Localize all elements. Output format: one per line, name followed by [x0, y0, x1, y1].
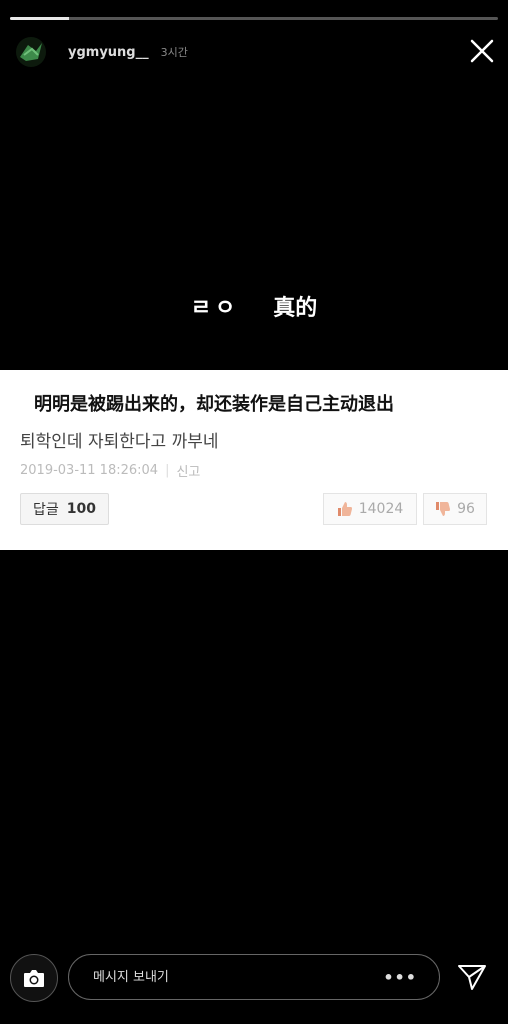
upvote-count: 14024: [358, 501, 404, 517]
reply-button[interactable]: 답글 100: [20, 493, 109, 525]
more-options-icon[interactable]: •••: [383, 968, 417, 987]
story-text-overlay: ㄹㅇ 真的: [0, 290, 508, 322]
message-input[interactable]: [91, 968, 375, 986]
upvote-button[interactable]: 14024: [323, 493, 417, 525]
story-text-chinese: 真的: [273, 296, 318, 321]
downvote-button[interactable]: 96: [423, 493, 487, 525]
camera-icon: [24, 970, 44, 987]
story-progress-fill: [10, 17, 69, 20]
reply-bar: •••: [0, 948, 508, 1008]
downvote-count: 96: [457, 501, 475, 517]
send-button[interactable]: [456, 960, 488, 992]
comment-timestamp: 2019-03-11 18:26:04: [20, 463, 159, 478]
reply-label: 답글: [33, 502, 59, 518]
story-header: ygmyung__ 3시간: [16, 36, 188, 68]
story-time: 3시간: [160, 46, 188, 59]
story-text-korean: ㄹㅇ: [190, 296, 240, 321]
avatar-icon[interactable]: [16, 37, 46, 67]
story-progress-track: [10, 17, 498, 20]
close-button[interactable]: [468, 37, 496, 65]
camera-button[interactable]: [10, 954, 58, 1002]
send-icon: [458, 965, 486, 990]
comment-text: 퇴학인데 자퇴한다고 까부네: [20, 432, 219, 452]
comment-meta: 2019-03-11 18:26:04 | 신고: [20, 461, 200, 480]
message-field[interactable]: •••: [68, 954, 440, 1000]
thumbs-up-icon: [337, 502, 352, 516]
close-icon: [470, 39, 494, 63]
comment-card: 明明是被踢出来的，却还装作是自己主动退出 퇴학인데 자퇴한다고 까부네 2019…: [0, 370, 508, 550]
story-username[interactable]: ygmyung__: [68, 45, 149, 60]
meta-separator: |: [165, 463, 170, 478]
caption-text: 明明是被踢出来的，却还装作是自己主动退出: [34, 394, 394, 415]
report-link[interactable]: 신고: [176, 461, 200, 480]
reply-count: 100: [66, 501, 96, 517]
thumbs-down-icon: [436, 502, 451, 516]
